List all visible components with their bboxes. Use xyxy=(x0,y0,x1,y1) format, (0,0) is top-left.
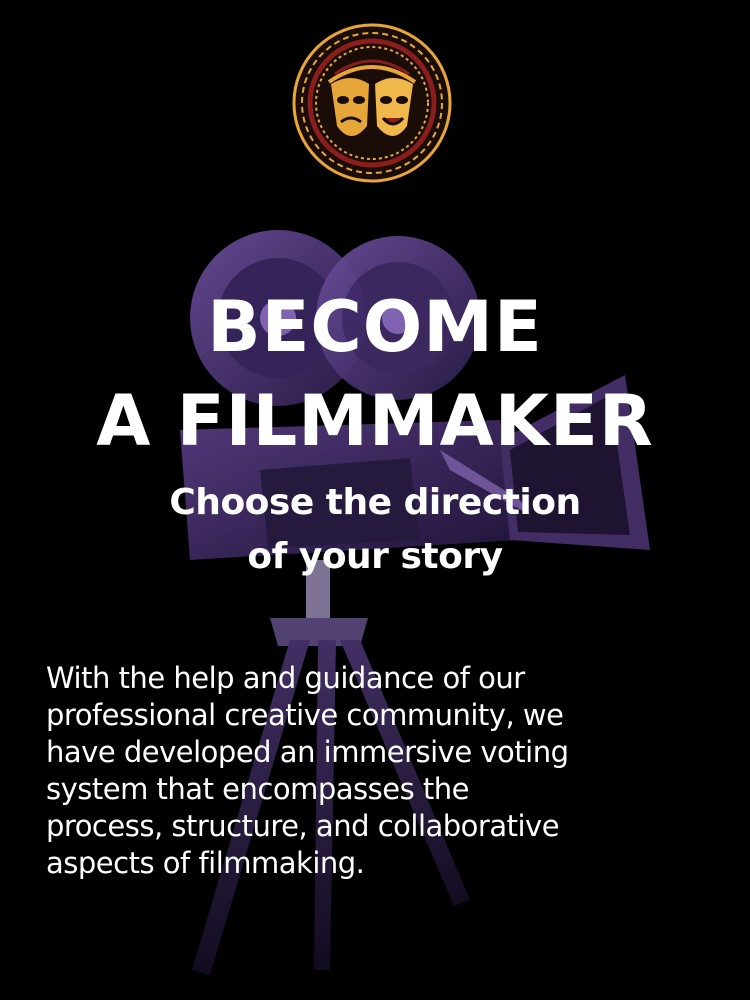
subheadline-line-2: of your story xyxy=(247,536,503,577)
promo-page: BECOME A FILMMAKER Choose the direction … xyxy=(0,0,750,1000)
body-paragraph: With the help and guidance of our profes… xyxy=(46,660,726,882)
subheadline-line-1: Choose the direction xyxy=(169,482,581,523)
body-line: professional creative community, we xyxy=(46,698,564,732)
body-line: process, structure, and collaborative xyxy=(46,809,560,843)
body-line: aspects of filmmaking. xyxy=(46,846,365,880)
body-line: system that encompasses the xyxy=(46,772,470,806)
body-line: have developed an immersive voting xyxy=(46,735,569,769)
subheadline: Choose the direction of your story xyxy=(0,476,750,584)
headline-line-1: BECOME xyxy=(207,286,543,368)
headline: BECOME A FILMMAKER xyxy=(0,280,750,468)
body-line: With the help and guidance of our xyxy=(46,661,525,695)
headline-line-2: A FILMMAKER xyxy=(96,380,654,462)
theater-masks-logo-icon xyxy=(292,23,452,183)
